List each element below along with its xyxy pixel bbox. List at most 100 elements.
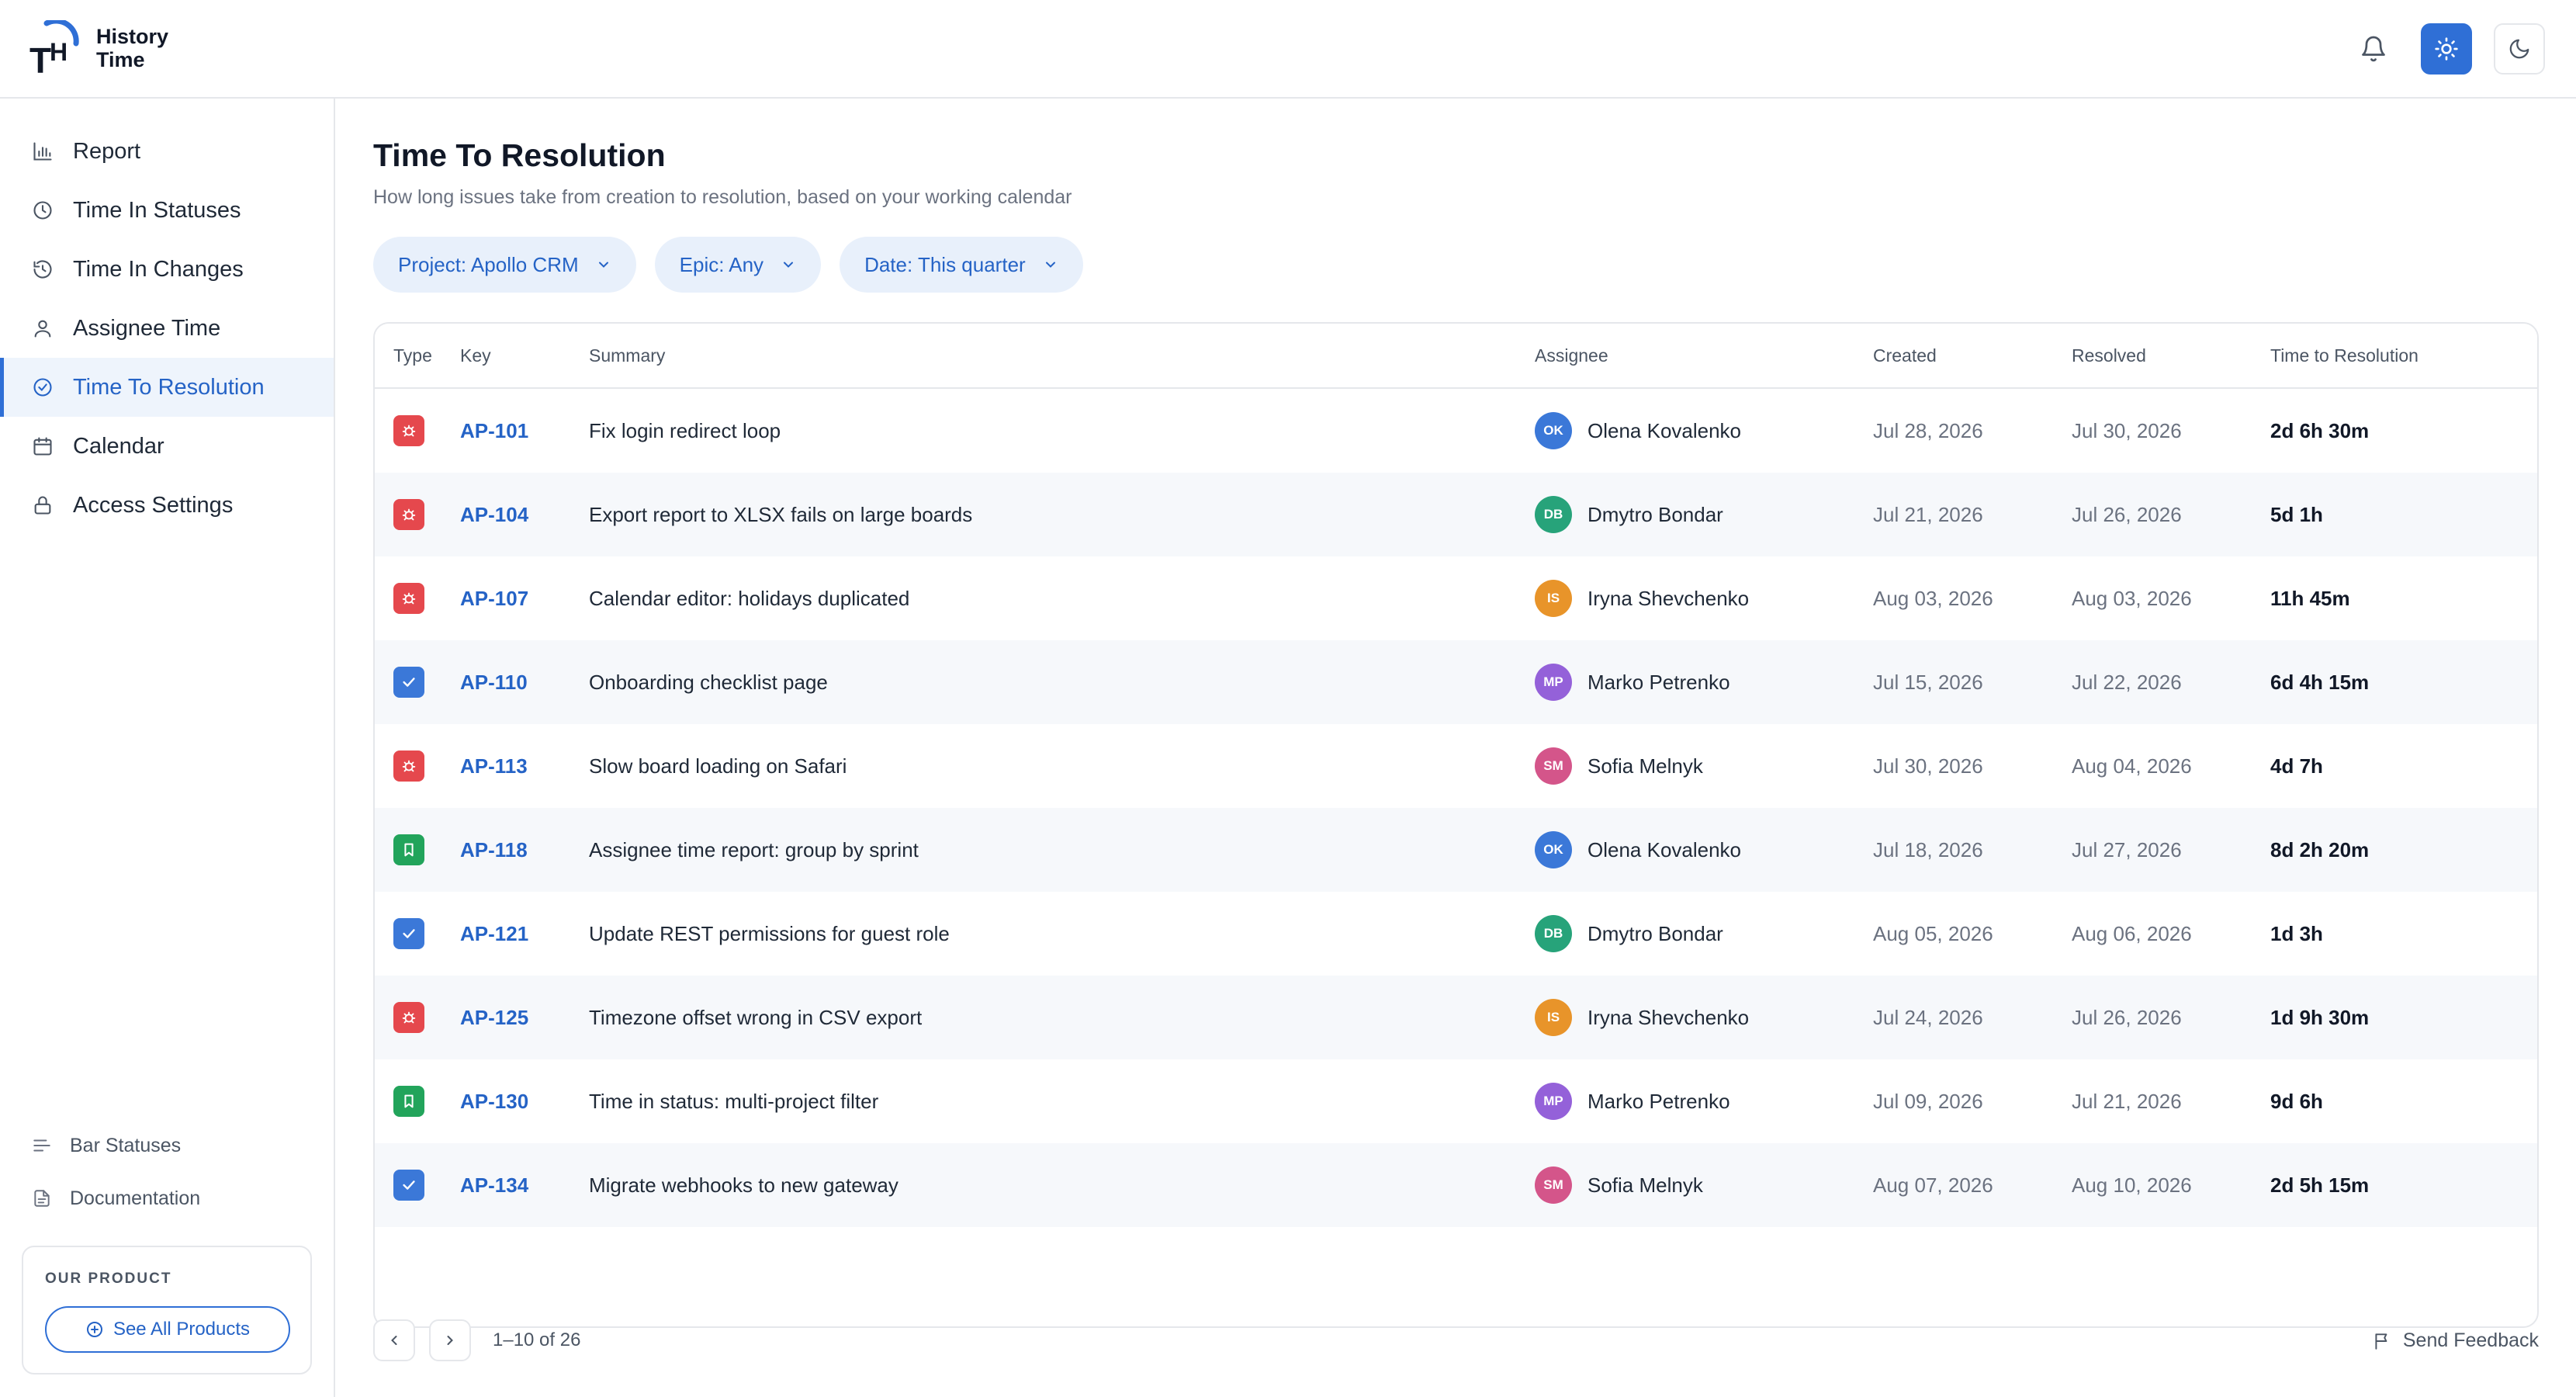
created-date: Aug 03, 2026	[1873, 586, 1993, 610]
table-row[interactable]: AP-104 Export report to XLSX fails on la…	[375, 473, 2537, 556]
issue-key-link[interactable]: AP-121	[460, 922, 589, 946]
issue-key-link[interactable]: AP-118	[460, 838, 589, 862]
avatar: OK	[1535, 412, 1572, 449]
table-row[interactable]: AP-110 Onboarding checklist page MP Mark…	[375, 640, 2537, 724]
created-date: Jul 24, 2026	[1873, 1005, 1983, 1029]
column-header-summary[interactable]: Summary	[589, 345, 1535, 366]
resolved-date: Aug 04, 2026	[2072, 754, 2192, 778]
sidebar-item-time-to-resolution[interactable]: Time To Resolution	[0, 358, 334, 417]
sidebar-item-label: Calendar	[73, 433, 164, 459]
light-theme-button[interactable]	[2421, 23, 2472, 75]
epic-filter[interactable]: Epic: Any	[654, 237, 822, 293]
column-header-created[interactable]: Created	[1873, 345, 2072, 366]
avatar: OK	[1535, 831, 1572, 868]
filter-label: Epic: Any	[679, 252, 764, 276]
resolved-date: Aug 03, 2026	[2072, 586, 2192, 610]
task-check-icon	[393, 1170, 424, 1201]
bell-icon	[2362, 36, 2385, 62]
chevron-down-icon	[598, 262, 608, 268]
notifications-button[interactable]	[2348, 23, 2399, 75]
issue-key-link[interactable]: AP-130	[460, 1090, 589, 1114]
top-bar: T H History Time	[0, 0, 2576, 99]
column-header-assignee[interactable]: Assignee	[1535, 345, 1873, 366]
see-all-products-button[interactable]: See All Products	[45, 1306, 290, 1353]
sidebar-item-documentation[interactable]: Documentation	[0, 1172, 334, 1225]
table-row[interactable]: AP-113 Slow board loading on Safari SM S…	[375, 724, 2537, 808]
sidebar-item-bar-statuses[interactable]: Bar Statuses	[0, 1119, 334, 1172]
sidebar-item-assignee-time[interactable]: Assignee Time	[0, 299, 334, 358]
issue-key-link[interactable]: AP-101	[460, 419, 589, 443]
chevron-down-icon	[784, 262, 794, 268]
chevron-down-icon	[1045, 262, 1055, 268]
assignee-name: Sofia Melnyk	[1587, 754, 1703, 778]
assignee-name: Iryna Shevchenko	[1587, 1005, 1750, 1029]
issue-key-link[interactable]: AP-125	[460, 1006, 589, 1030]
assignee-name: Olena Kovalenko	[1587, 837, 1742, 861]
history-icon	[31, 258, 54, 281]
story-bookmark-icon	[393, 834, 424, 865]
table-row[interactable]: AP-101 Fix login redirect loop OK Olena …	[375, 389, 2537, 473]
time-to-resolution-value: 9d 6h	[2270, 1089, 2323, 1113]
issue-summary: Assignee time report: group by sprint	[589, 837, 919, 861]
column-header-type[interactable]: Type	[375, 345, 460, 366]
time-to-resolution-value: 8d 2h 20m	[2270, 837, 2370, 861]
flag-icon	[2375, 1333, 2387, 1350]
sidebar-item-report[interactable]: Report	[0, 122, 334, 181]
brand-name: History Time	[96, 25, 168, 71]
table-row[interactable]: AP-107 Calendar editor: holidays duplica…	[375, 556, 2537, 640]
column-header-resolved[interactable]: Resolved	[2072, 345, 2270, 366]
time-to-resolution-value: 6d 4h 15m	[2270, 670, 2370, 694]
task-check-icon	[393, 667, 424, 698]
issue-key-link[interactable]: AP-110	[460, 671, 589, 695]
table-row[interactable]: AP-130 Time in status: multi-project fil…	[375, 1059, 2537, 1143]
previous-page-button[interactable]	[373, 1319, 415, 1361]
sidebar-secondary: Bar Statuses Documentation	[0, 1119, 334, 1225]
project-filter[interactable]: Project: Apollo CRM	[373, 237, 636, 293]
calendar-icon	[31, 435, 54, 458]
issue-key-link[interactable]: AP-113	[460, 754, 589, 778]
time-to-resolution-value: 2d 5h 15m	[2270, 1173, 2370, 1197]
page-subtitle: How long issues take from creation to re…	[373, 186, 1072, 208]
table-row[interactable]: AP-118 Assignee time report: group by sp…	[375, 808, 2537, 892]
time-to-resolution-value: 4d 7h	[2270, 754, 2323, 778]
resolved-date: Jul 21, 2026	[2072, 1089, 2182, 1113]
sidebar-item-time-in-changes[interactable]: Time In Changes	[0, 240, 334, 299]
sidebar-item-label: Report	[73, 138, 141, 164]
column-header-time-to-resolution[interactable]: Time to Resolution	[2270, 345, 2537, 366]
table-row[interactable]: AP-125 Timezone offset wrong in CSV expo…	[375, 976, 2537, 1059]
dark-theme-button[interactable]	[2494, 23, 2545, 75]
time-to-resolution-value: 5d 1h	[2270, 502, 2323, 526]
sidebar-item-calendar[interactable]: Calendar	[0, 417, 334, 476]
created-date: Jul 30, 2026	[1873, 754, 1983, 778]
history-time-logo[interactable]: T H	[28, 20, 82, 78]
type-cell	[375, 1086, 460, 1117]
send-feedback-link[interactable]: Send Feedback	[2372, 1329, 2539, 1352]
issue-key-link[interactable]: AP-107	[460, 587, 589, 611]
bug-icon	[393, 499, 424, 530]
see-all-products-label: See All Products	[113, 1319, 251, 1340]
date-filter[interactable]: Date: This quarter	[840, 237, 1083, 293]
clock-icon	[31, 199, 54, 222]
table-body: AP-101 Fix login redirect loop OK Olena …	[375, 389, 2537, 1227]
issue-key-link[interactable]: AP-104	[460, 503, 589, 527]
sidebar-item-label: Access Settings	[73, 492, 234, 518]
bars-icon	[31, 1135, 53, 1156]
issue-key-link[interactable]: AP-134	[460, 1173, 589, 1198]
assignee-name: Marko Petrenko	[1587, 670, 1730, 694]
assignee-cell: MP Marko Petrenko	[1535, 664, 1873, 701]
time-to-resolution-value: 2d 6h 30m	[2270, 418, 2370, 442]
type-cell	[375, 918, 460, 949]
sidebar-item-access-settings[interactable]: Access Settings	[0, 476, 334, 535]
sidebar-item-time-in-statuses[interactable]: Time In Statuses	[0, 181, 334, 240]
brand-line-2: Time	[96, 48, 145, 71]
created-date: Jul 09, 2026	[1873, 1089, 1983, 1113]
issue-summary: Update REST permissions for guest role	[589, 921, 950, 945]
next-page-button[interactable]	[429, 1319, 471, 1361]
sidebar-nav: Report Time In Statuses Time In Changes …	[0, 122, 334, 535]
sidebar: Report Time In Statuses Time In Changes …	[0, 99, 335, 1397]
column-header-key[interactable]: Key	[460, 345, 589, 366]
table-row[interactable]: AP-134 Migrate webhooks to new gateway S…	[375, 1143, 2537, 1227]
table-row[interactable]: AP-121 Update REST permissions for guest…	[375, 892, 2537, 976]
created-date: Jul 21, 2026	[1873, 502, 1983, 526]
avatar: DB	[1535, 496, 1572, 533]
